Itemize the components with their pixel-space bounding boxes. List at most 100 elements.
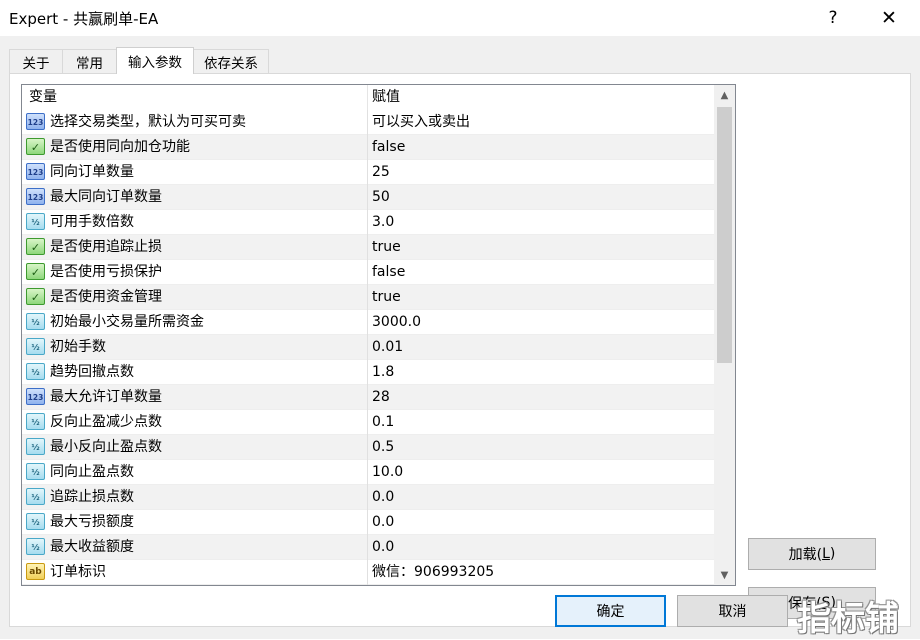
bool-type-icon: ✓ bbox=[26, 138, 45, 155]
column-header-value[interactable]: 赋值 bbox=[372, 85, 400, 110]
cell-divider bbox=[367, 360, 368, 385]
cell-divider bbox=[367, 385, 368, 410]
cell-divider bbox=[367, 485, 368, 510]
parameter-row[interactable]: ✓ 是否使用亏损保护 false bbox=[22, 260, 714, 285]
parameter-value[interactable]: 28 bbox=[372, 385, 390, 410]
parameter-value[interactable]: 10.0 bbox=[372, 460, 403, 485]
parameter-row[interactable]: 123 最大同向订单数量 50 bbox=[22, 185, 714, 210]
parameter-value[interactable]: 0.5 bbox=[372, 435, 394, 460]
parameter-name: 趋势回撤点数 bbox=[50, 364, 134, 380]
parameter-row[interactable]: ½ 追踪止损点数 0.0 bbox=[22, 485, 714, 510]
parameter-value[interactable]: true bbox=[372, 285, 401, 310]
ok-button[interactable]: 确定 bbox=[555, 595, 666, 627]
parameter-value[interactable]: 0.0 bbox=[372, 535, 394, 560]
parameter-row[interactable]: ✓ 是否使用资金管理 true bbox=[22, 285, 714, 310]
bool-type-icon: ✓ bbox=[26, 263, 45, 280]
double-type-icon: ½ bbox=[26, 213, 45, 230]
double-type-icon: ½ bbox=[26, 488, 45, 505]
scroll-down-arrow-icon[interactable]: ▼ bbox=[714, 565, 735, 585]
column-header-variable[interactable]: 变量 bbox=[29, 85, 57, 110]
parameter-name: 同向订单数量 bbox=[50, 164, 134, 180]
vertical-scrollbar[interactable]: ▲ ▼ bbox=[714, 85, 735, 585]
window-title: Expert - 共赢刷单-EA bbox=[9, 10, 159, 28]
int-type-icon: 123 bbox=[26, 113, 45, 130]
cell-divider bbox=[367, 235, 368, 260]
parameter-row[interactable]: 123 选择交易类型，默认为可买可卖 可以买入或卖出 bbox=[22, 110, 714, 135]
parameters-grid: 变量 赋值 123 选择交易类型，默认为可买可卖 可以买入或卖出 ✓ 是否使用同向加仓功… bbox=[21, 84, 736, 586]
double-type-icon: ½ bbox=[26, 438, 45, 455]
cell-divider bbox=[367, 285, 368, 310]
load-button-hotkey: L bbox=[822, 546, 830, 562]
parameter-row[interactable]: ½ 最小反向止盈点数 0.5 bbox=[22, 435, 714, 460]
column-divider[interactable] bbox=[367, 85, 368, 110]
cell-divider bbox=[367, 260, 368, 285]
tab-dependencies[interactable]: 依存关系 bbox=[193, 49, 269, 73]
parameter-row[interactable]: ½ 反向止盈减少点数 0.1 bbox=[22, 410, 714, 435]
parameter-value[interactable]: 0.01 bbox=[372, 335, 403, 360]
load-button[interactable]: 加载(L) bbox=[748, 538, 876, 570]
cancel-button[interactable]: 取消 bbox=[677, 595, 788, 627]
parameter-name: 初始最小交易量所需资金 bbox=[50, 314, 204, 330]
string-type-icon: ab bbox=[26, 563, 45, 580]
parameter-name: 反向止盈减少点数 bbox=[50, 414, 162, 430]
parameter-row[interactable]: ✓ 是否使用追踪止损 true bbox=[22, 235, 714, 260]
parameter-value[interactable]: 可以买入或卖出 bbox=[372, 110, 470, 135]
parameter-name: 初始手数 bbox=[50, 339, 106, 355]
parameter-name: 是否使用追踪止损 bbox=[50, 239, 162, 255]
parameter-value[interactable]: 微信：906993205 bbox=[372, 560, 494, 585]
parameter-value[interactable]: 3000.0 bbox=[372, 310, 421, 335]
tab-inputs[interactable]: 输入参数 bbox=[116, 47, 194, 74]
parameter-value[interactable]: 25 bbox=[372, 160, 390, 185]
parameter-value[interactable]: false bbox=[372, 135, 405, 160]
parameter-row[interactable]: 123 最大允许订单数量 28 bbox=[22, 385, 714, 410]
load-button-label: 加载( bbox=[788, 547, 823, 563]
parameter-row[interactable]: ½ 初始手数 0.01 bbox=[22, 335, 714, 360]
int-type-icon: 123 bbox=[26, 163, 45, 180]
parameter-value[interactable]: 0.1 bbox=[372, 410, 394, 435]
int-type-icon: 123 bbox=[26, 188, 45, 205]
double-type-icon: ½ bbox=[26, 413, 45, 430]
parameter-row[interactable]: ½ 初始最小交易量所需资金 3000.0 bbox=[22, 310, 714, 335]
parameter-value[interactable]: 0.0 bbox=[372, 485, 394, 510]
cell-divider bbox=[367, 560, 368, 585]
parameter-value[interactable]: true bbox=[372, 235, 401, 260]
close-button[interactable]: ✕ bbox=[866, 0, 912, 36]
parameter-name: 最大亏损额度 bbox=[50, 514, 134, 530]
parameter-row[interactable]: ½ 趋势回撤点数 1.8 bbox=[22, 360, 714, 385]
tab-common[interactable]: 常用 bbox=[62, 49, 117, 73]
scroll-up-arrow-icon[interactable]: ▲ bbox=[714, 85, 735, 105]
parameter-value[interactable]: false bbox=[372, 260, 405, 285]
grid-rows: 123 选择交易类型，默认为可买可卖 可以买入或卖出 ✓ 是否使用同向加仓功能 false… bbox=[22, 110, 714, 585]
help-button[interactable]: ? bbox=[810, 0, 856, 36]
scrollbar-thumb[interactable] bbox=[717, 107, 732, 363]
grid-header: 变量 赋值 bbox=[22, 85, 714, 110]
int-type-icon: 123 bbox=[26, 388, 45, 405]
parameter-row[interactable]: ½ 同向止盈点数 10.0 bbox=[22, 460, 714, 485]
parameter-name: 最大同向订单数量 bbox=[50, 189, 162, 205]
parameter-name: 可用手数倍数 bbox=[50, 214, 134, 230]
parameter-value[interactable]: 0.0 bbox=[372, 510, 394, 535]
parameter-row[interactable]: ½ 可用手数倍数 3.0 bbox=[22, 210, 714, 235]
parameter-row[interactable]: ½ 最大收益额度 0.0 bbox=[22, 535, 714, 560]
parameter-name: 是否使用资金管理 bbox=[50, 289, 162, 305]
cell-divider bbox=[367, 135, 368, 160]
parameter-value[interactable]: 3.0 bbox=[372, 210, 394, 235]
parameter-row[interactable]: ½ 最大亏损额度 0.0 bbox=[22, 510, 714, 535]
parameter-name: 最小反向止盈点数 bbox=[50, 439, 162, 455]
dialog-body: 关于 常用 输入参数 依存关系 变量 赋值 123 选择交易类型，默认为可买可卖可… bbox=[0, 36, 920, 639]
parameter-value[interactable]: 1.8 bbox=[372, 360, 394, 385]
cell-divider bbox=[367, 210, 368, 235]
parameter-row[interactable]: ab 订单标识 微信：906993205 bbox=[22, 560, 714, 585]
parameter-name: 最大收益额度 bbox=[50, 539, 134, 555]
parameter-value[interactable]: 50 bbox=[372, 185, 390, 210]
parameter-name: 最大允许订单数量 bbox=[50, 389, 162, 405]
parameter-name: 订单标识 bbox=[50, 564, 106, 580]
watermark-logo: 指标铺 bbox=[797, 599, 899, 639]
tab-about[interactable]: 关于 bbox=[9, 49, 63, 73]
double-type-icon: ½ bbox=[26, 513, 45, 530]
parameter-row[interactable]: ✓ 是否使用同向加仓功能 false bbox=[22, 135, 714, 160]
cell-divider bbox=[367, 435, 368, 460]
double-type-icon: ½ bbox=[26, 363, 45, 380]
cell-divider bbox=[367, 160, 368, 185]
parameter-row[interactable]: 123 同向订单数量 25 bbox=[22, 160, 714, 185]
